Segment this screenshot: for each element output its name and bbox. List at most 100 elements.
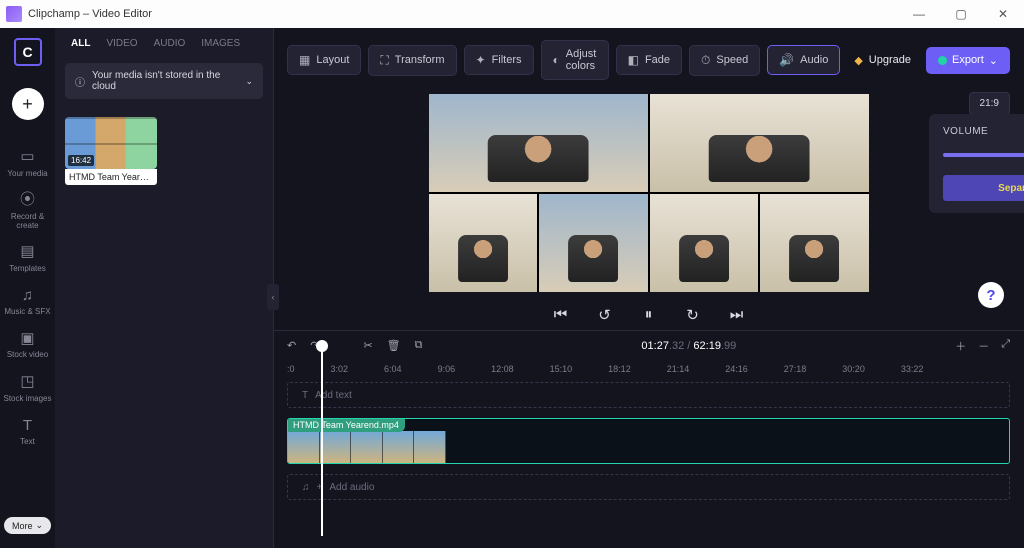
ruler-tick: 6:04 [384,364,402,374]
media-thumbnail[interactable]: 16:42 HTMD Team Yearen… [65,117,157,185]
playhead[interactable] [321,340,323,536]
thumbnail-image: 16:42 [65,117,157,169]
duplicate-button[interactable]: ⧉ [415,339,423,352]
stock-image-icon: ◳ [20,374,34,391]
undo-button[interactable]: ↶ [287,339,296,352]
rail-stock-video[interactable]: ▣Stock video [0,326,55,365]
window-title: Clipchamp – Video Editor [28,8,898,20]
rail-music-sfx[interactable]: ♫Music & SFX [0,283,55,322]
btn-label: Speed [716,54,748,66]
step-forward-button[interactable]: ↻ [681,306,705,324]
export-button[interactable]: Export ⌄ [926,47,1010,74]
rail-label: Templates [9,265,45,274]
tab-images[interactable]: IMAGES [201,38,240,49]
ruler-tick: 24:16 [725,364,748,374]
text-icon: T [23,418,32,435]
separating-text: Separating… [998,183,1024,194]
timeline-ruler[interactable]: :0 3:02 6:04 9:06 12:08 15:10 18:12 21:1… [273,360,1024,376]
video-participant [650,194,759,292]
rail-label: Your media [7,170,47,179]
thumbnail-duration: 16:42 [68,155,94,166]
speed-button[interactable]: ⏱Speed [689,45,760,76]
transform-icon: ⛶ [380,53,388,68]
ruler-tick: :0 [287,364,295,374]
placeholder-text: Add audio [329,482,374,493]
panel-splitter[interactable]: ‹ [273,28,274,548]
text-track-placeholder[interactable]: TAdd text [287,382,1010,408]
transform-button[interactable]: ⛶Transform [368,45,456,76]
delete-button[interactable]: 🗑 [387,339,401,352]
window-minimize[interactable]: — [898,0,940,28]
tab-video[interactable]: VIDEO [106,38,137,49]
side-rail: + ▭ Your media ⦿ Record & create ▤ Template… [0,28,55,548]
rail-your-media[interactable]: ▭ Your media [0,144,55,183]
chevron-down-icon: ⌄ [989,54,998,67]
rail-label: Record & create [0,213,55,231]
rail-more[interactable]: More⌄ [4,517,51,534]
split-button[interactable]: ✂ [363,339,372,352]
stock-video-icon: ▣ [20,331,34,348]
audio-volume-popup: VOLUME 100% Separating… [929,114,1024,213]
play-pause-button[interactable]: ⏸ [637,306,661,324]
ruler-tick: 3:02 [331,364,349,374]
volume-label: VOLUME [943,126,1024,137]
transport-controls: ⏮ ↺ ⏸ ↻ ⏭ [273,298,1024,330]
ruler-tick: 27:18 [784,364,807,374]
skip-start-button[interactable]: ⏮ [549,306,573,324]
cloud-storage-notice[interactable]: ⓘ Your media isn't stored in the cloud ⌄ [65,63,263,99]
info-icon: ⓘ [75,74,85,89]
video-participant [539,194,648,292]
rail-record-create[interactable]: ⦿ Record & create [0,187,55,235]
ruler-tick: 21:14 [667,364,690,374]
media-tabs: ALL VIDEO AUDIO IMAGES [65,38,263,49]
rail-label: Text [20,438,35,447]
rail-text[interactable]: T Text [0,413,55,452]
skip-end-button[interactable]: ⏭ [725,306,749,324]
window-titlebar: Clipchamp – Video Editor — ▢ ✕ [0,0,1024,28]
video-clip[interactable]: HTMD Team Yearend.mp4 ‖ 🔊 [287,418,1010,464]
video-participant [429,194,538,292]
ruler-tick: 18:12 [608,364,631,374]
help-button[interactable]: ? [978,282,1004,308]
status-dot-icon [938,56,947,65]
zoom-fit-button[interactable]: ⤢ [1001,338,1010,354]
window-close[interactable]: ✕ [982,0,1024,28]
audio-track-placeholder[interactable]: ♫+ Add audio [287,474,1010,500]
tab-all[interactable]: ALL [71,38,90,49]
timecode: 01:27.32 / 62:19.99 [436,340,941,352]
speaker-icon: 🔊 [779,53,794,67]
zoom-out-button[interactable]: － [978,338,989,354]
aspect-ratio-selector[interactable]: 21:9 [969,92,1010,115]
step-back-button[interactable]: ↺ [593,306,617,324]
splitter-grip-icon: ‹ [267,284,279,310]
adjust-colors-button[interactable]: ◐ Adjust colors [541,40,609,80]
timeline-toolbar: ↶ ↷ ✂ 🗑 ⧉ 01:27.32 / 62:19.99 ＋ － ⤢ [273,330,1024,360]
tab-audio[interactable]: AUDIO [154,38,186,49]
filters-button[interactable]: ✦Filters [464,45,534,75]
editor-main: ▦Layout ⛶Transform ✦Filters ◐ Adjust colo… [273,28,1024,548]
window-maximize[interactable]: ▢ [940,0,982,28]
ruler-tick: 33:22 [901,364,924,374]
volume-slider[interactable] [943,153,1024,157]
btn-label: Fade [645,54,670,66]
layout-button[interactable]: ▦Layout [287,45,361,75]
btn-label: Export [952,54,984,66]
zoom-in-button[interactable]: ＋ [955,338,966,354]
app-logo [6,6,22,22]
media-panel: ALL VIDEO AUDIO IMAGES ⓘ Your media isn'… [55,28,273,548]
ruler-tick: 30:20 [842,364,865,374]
add-media-button[interactable]: + [12,88,44,120]
diamond-icon: ◆ [854,54,862,67]
upgrade-button[interactable]: ◆Upgrade [854,54,911,67]
fade-button[interactable]: ◧Fade [616,45,682,75]
rail-templates[interactable]: ▤ Templates [0,239,55,278]
video-preview[interactable] [429,94,869,292]
rail-stock-images[interactable]: ◳Stock images [0,369,55,408]
adjust-icon: ◐ [553,53,560,67]
clip-filename: HTMD Team Yearend.mp4 [287,418,405,432]
templates-icon: ▤ [20,244,34,261]
folder-icon: ▭ [20,149,34,166]
btn-label: Adjust colors [566,48,597,72]
record-icon: ⦿ [20,192,35,209]
audio-button[interactable]: 🔊Audio [767,45,840,75]
